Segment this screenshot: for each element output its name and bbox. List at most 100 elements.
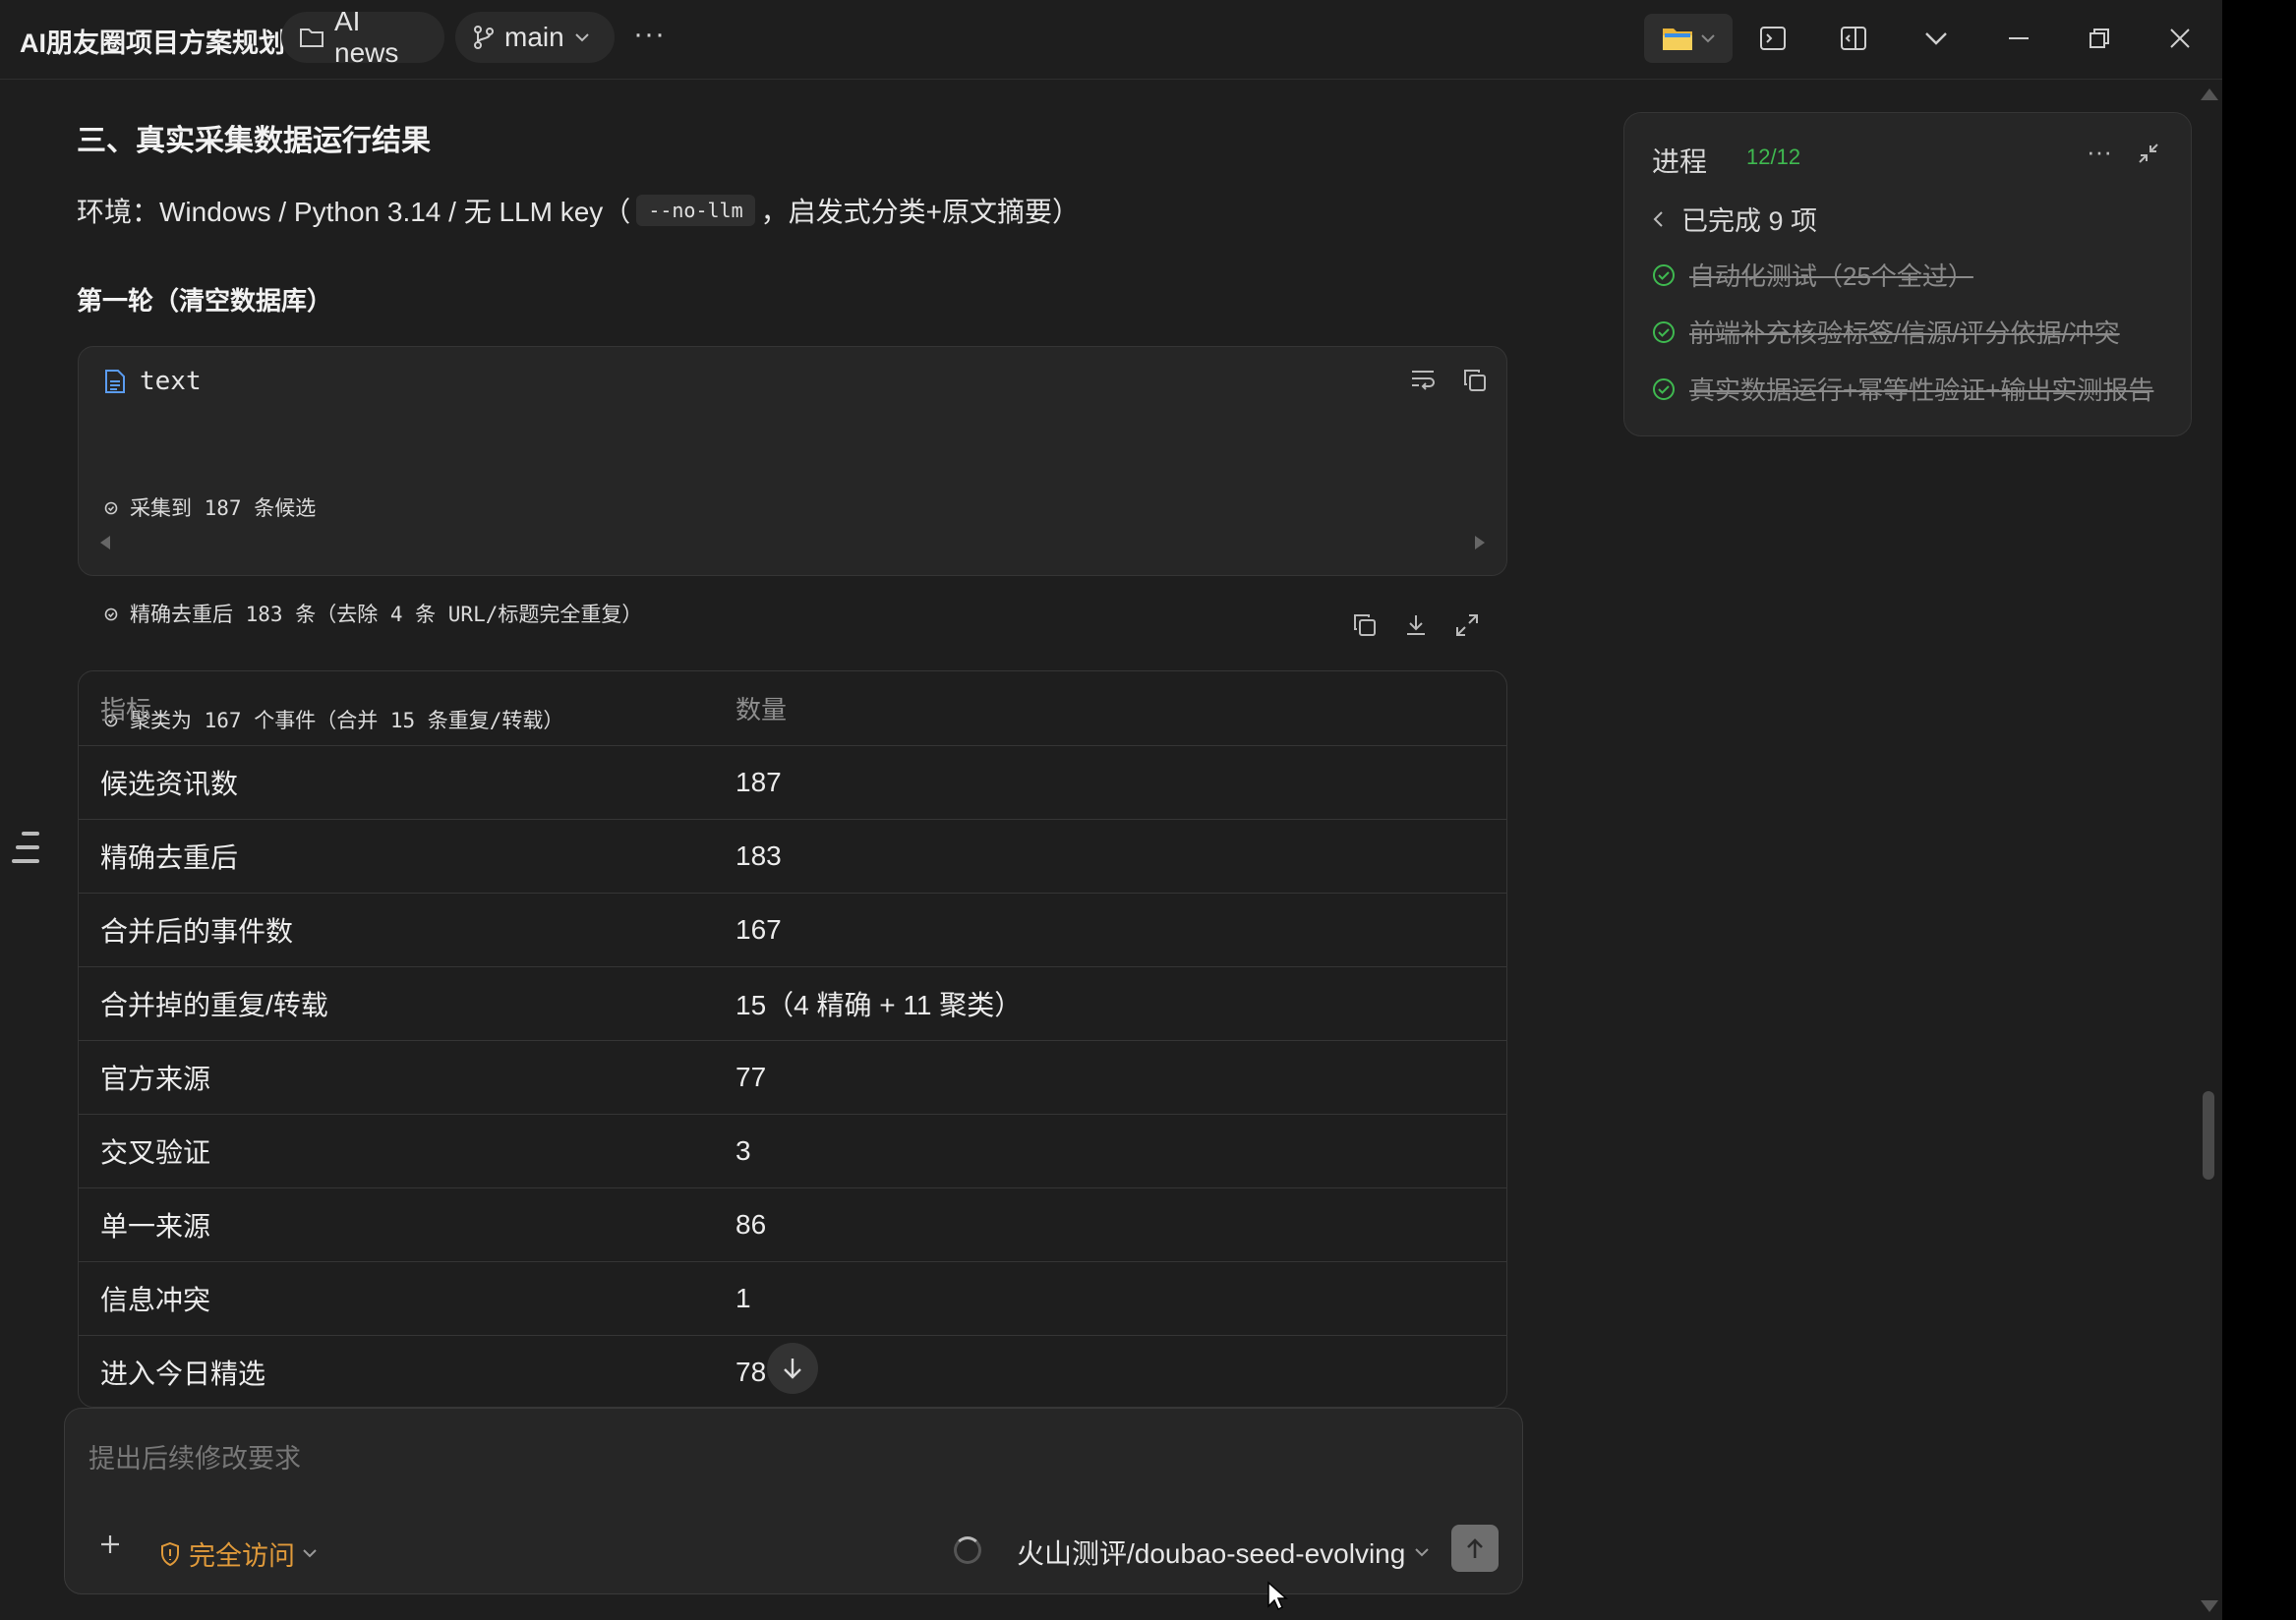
model-label: 火山测评/doubao-seed-evolving [1017,1538,1406,1569]
add-attachment-button[interactable] [98,1533,122,1556]
project-label: AI news [334,6,399,68]
progress-panel: 进程 12/12 ··· 已完成 9 项 自动化测试（25个全过） 前端补充核验… [1623,112,2192,436]
title-bar: AI朋友圈项目方案规划 AI news main ··· [0,0,2222,80]
composer: 完全访问 火山测评/doubao-seed-evolving [64,1408,1523,1594]
table-row: 精确去重后 183 [79,819,1506,894]
window-menu-button[interactable] [1919,22,1953,55]
env-suffix: ，启发式分类+原文摘要） [760,197,1080,227]
round-heading: 第一轮（清空数据库） [77,286,333,316]
scroll-left-arrow[interactable] [100,536,110,550]
toggle-panel-button[interactable] [1837,22,1870,55]
model-selector[interactable]: 火山测评/doubao-seed-evolving [1017,1533,1430,1572]
followup-input[interactable] [87,1428,1467,1489]
vertical-scrollbar[interactable] [2203,1091,2214,1180]
minimize-button[interactable] [2002,22,2035,55]
table-row: 官方来源 77 [79,1040,1506,1115]
check-circle-icon [1652,320,1676,344]
collapse-panel-button[interactable] [2138,143,2159,164]
folder-outline-icon [299,27,324,48]
table-row: 单一来源 86 [79,1187,1506,1262]
code-line: 采集到 187 条候选 [104,491,642,526]
folder-icon [1662,26,1693,51]
metrics-table: 指标 数量 候选资讯数 187 精确去重后 183 合并后的事件数 167 合并掉的重… [78,670,1507,1408]
code-language-label: text [140,367,202,396]
progress-item: 真实数据运行+幂等性验证+输出实测报告 [1652,371,2153,407]
close-button[interactable] [2163,22,2197,55]
download-icon [1404,613,1428,637]
access-mode-selector[interactable]: 完全访问 [159,1534,317,1573]
close-icon [2169,28,2191,49]
section-heading: 三、真实采集数据运行结果 [77,125,431,157]
chevron-down-icon [1924,31,1948,45]
shield-icon [159,1541,181,1567]
completed-toggle[interactable]: 已完成 9 项 [1652,200,1817,238]
table-row: 信息冲突 1 [79,1261,1506,1336]
chevron-left-icon [1652,210,1664,228]
environment-line: 环境：Windows / Python 3.14 / 无 LLM key（ --… [77,191,1080,230]
plus-icon [98,1533,122,1556]
terminal-button[interactable] [1756,22,1790,55]
chevron-down-icon [303,1549,317,1558]
wrap-lines-button[interactable] [1410,369,1436,392]
restore-button[interactable] [2083,22,2116,55]
chevron-down-icon [1415,1547,1430,1557]
access-label: 完全访问 [189,1541,295,1571]
chevron-down-icon [574,32,590,42]
scroll-right-arrow[interactable] [1475,536,1485,550]
split-panel-icon [1840,26,1867,51]
branch-label: main [504,22,564,52]
check-circle-icon [104,501,118,515]
send-button[interactable] [1451,1525,1499,1572]
copy-table-button[interactable] [1353,613,1377,637]
open-folder-button[interactable] [1644,14,1733,63]
code-language: text [104,367,202,396]
table-row: 交叉验证 3 [79,1114,1506,1188]
scroll-to-bottom-button[interactable] [767,1343,818,1394]
download-table-button[interactable] [1404,613,1428,637]
restore-icon [2089,28,2110,49]
progress-item: 前端补充核验标签/信源/评分依据/冲突 [1652,314,2120,350]
chevron-down-icon [1701,33,1715,43]
progress-title: 进程 [1652,146,1708,177]
inline-code: --no-llm [636,195,755,226]
screen-edge [2222,0,2296,1620]
table-header-row: 指标 数量 [79,671,1506,746]
table-row: 合并后的事件数 167 [79,893,1506,967]
table-row: 合并掉的重复/转载 15（4 精确 + 11 聚类） [79,966,1506,1041]
expand-table-button[interactable] [1455,613,1479,637]
branch-selector[interactable]: main [455,12,615,63]
completed-label: 已完成 9 项 [1681,206,1818,236]
expand-icon [1455,613,1479,637]
copy-code-button[interactable] [1463,369,1487,392]
collapse-icon [2138,143,2159,164]
scroll-up-arrow[interactable] [2201,88,2218,100]
wrap-text-icon [1410,369,1436,390]
code-block: text 采集到 187 条候选 精确去重后 183 条（去除 4 条 URL/… [78,346,1507,732]
git-branch-icon [473,26,495,49]
arrow-down-icon [782,1357,803,1380]
arrow-up-icon [1465,1537,1485,1559]
check-circle-icon [1652,263,1676,287]
mouse-cursor-icon [1266,1581,1288,1612]
progress-item: 自动化测试（25个全过） [1652,257,1973,293]
copy-icon [1353,613,1377,637]
progress-count: 12/12 [1746,145,1801,169]
terminal-icon [1759,26,1787,51]
minimize-icon [2008,36,2030,40]
table-row: 候选资讯数 187 [79,745,1506,820]
check-circle-icon [104,608,118,621]
copy-icon [1463,369,1487,392]
project-selector[interactable]: AI news [281,6,444,68]
progress-more-button[interactable]: ··· [2087,137,2112,167]
env-prefix: 环境：Windows / Python 3.14 / 无 LLM key（ [77,197,631,227]
loading-spinner-icon [954,1536,981,1564]
outline-toggle[interactable] [12,832,39,873]
column-header: 数量 [712,671,1506,746]
app-title: AI朋友圈项目方案规划 [20,29,285,58]
check-circle-icon [1652,377,1676,401]
column-header: 指标 [79,671,712,746]
more-options-button[interactable]: ··· [633,18,666,51]
file-icon [104,369,126,394]
code-line: 精确去重后 183 条（去除 4 条 URL/标题完全重复） [104,597,642,632]
scroll-down-arrow[interactable] [2201,1600,2218,1612]
